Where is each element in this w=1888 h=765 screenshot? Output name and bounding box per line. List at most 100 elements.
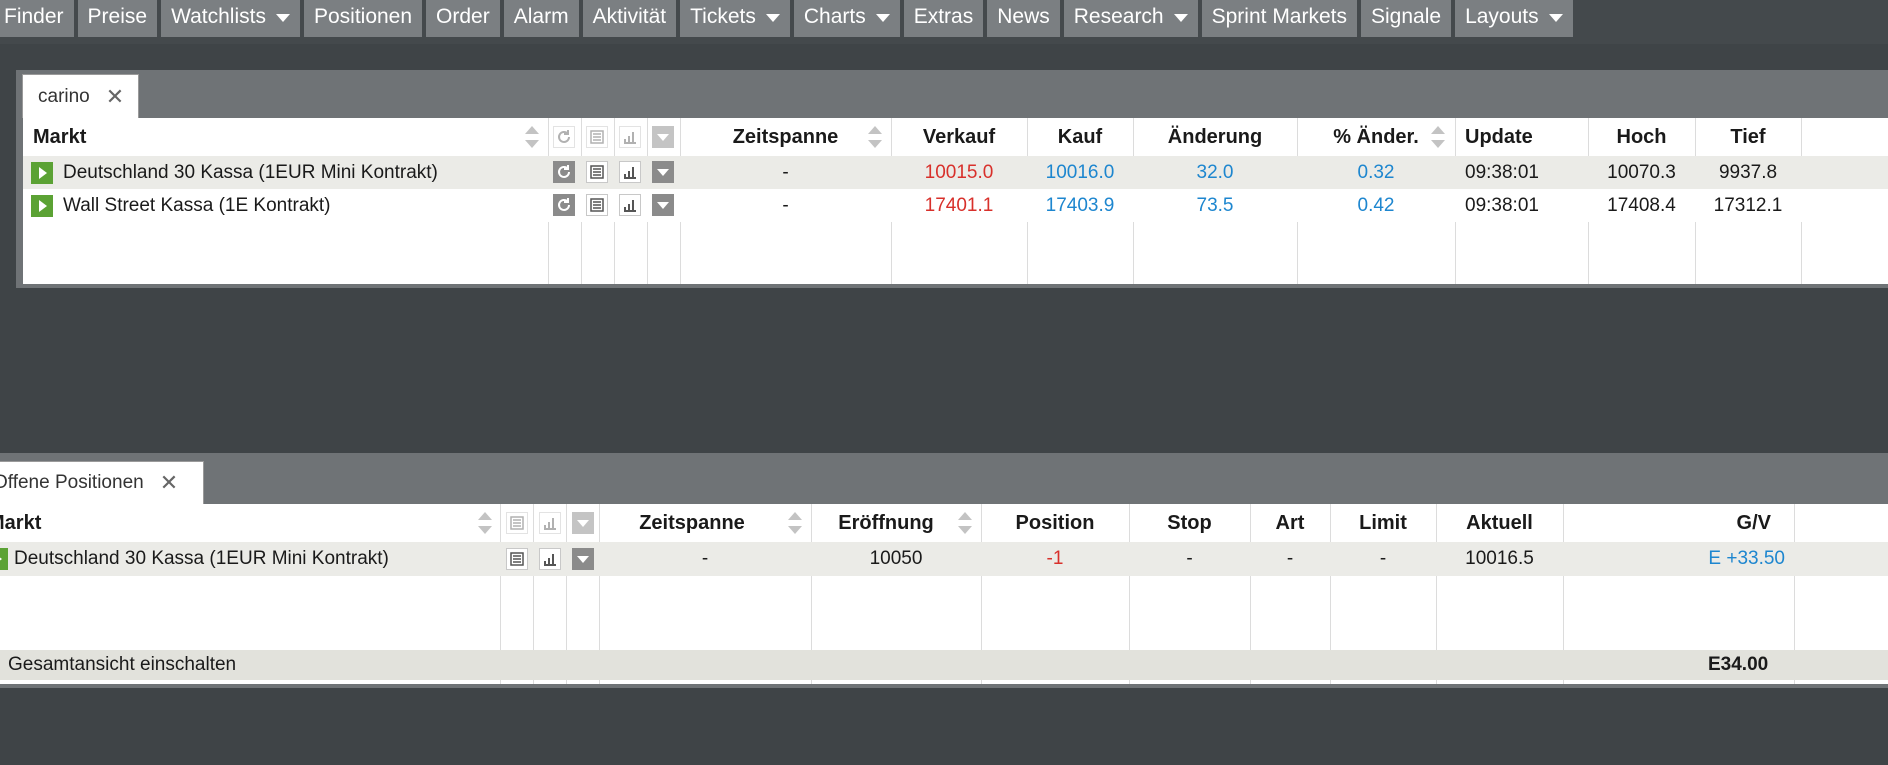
chevron-down-icon bbox=[275, 14, 290, 22]
col-update[interactable]: Update bbox=[1465, 118, 1585, 156]
row-markt[interactable]: Deutschland 30 Kassa (1EUR Mini Kontrakt… bbox=[63, 156, 438, 189]
col-verkauf[interactable]: Verkauf bbox=[891, 118, 1027, 156]
menu-item-research[interactable]: Research bbox=[1063, 0, 1198, 37]
menu-items: Finder Preise Watchlists Positionen Order Ala… bbox=[0, 0, 1888, 37]
col-kauf[interactable]: Kauf bbox=[1027, 118, 1133, 156]
col-aktuell[interactable]: Aktuell bbox=[1436, 504, 1563, 542]
dropdown-icon[interactable] bbox=[652, 194, 674, 216]
col-stop[interactable]: Stop bbox=[1129, 504, 1250, 542]
dropdown-icon[interactable] bbox=[652, 161, 674, 183]
col-tief[interactable]: Tief bbox=[1695, 118, 1801, 156]
row-tief: 17312.1 bbox=[1713, 194, 1783, 216]
sort-icon[interactable] bbox=[868, 126, 882, 148]
watchlist-panel: carino ✕ Markt Zeitspanne Verkauf Kauf Ä… bbox=[16, 70, 1888, 288]
positions-table: Markt Zeitspanne Eröffnung Position Stop… bbox=[0, 504, 1888, 684]
watchlist-table: Markt Zeitspanne Verkauf Kauf Änderung %… bbox=[23, 118, 1888, 284]
toggle-total-view-link[interactable]: Gesamtansicht einschalten bbox=[8, 650, 236, 680]
menu-item-sprint-markets[interactable]: Sprint Markets bbox=[1201, 0, 1357, 37]
sort-icon[interactable] bbox=[958, 512, 972, 534]
news-icon[interactable] bbox=[586, 161, 608, 183]
news-icon[interactable] bbox=[506, 548, 528, 570]
row-position: -1 bbox=[1046, 548, 1064, 569]
refresh-icon[interactable] bbox=[553, 194, 575, 216]
menu-item-finder[interactable]: Finder bbox=[0, 0, 74, 37]
row-zeitspanne: - bbox=[782, 161, 789, 183]
chart-icon bbox=[619, 126, 641, 148]
menu-item-watchlists[interactable]: Watchlists bbox=[161, 0, 300, 37]
menu-item-order[interactable]: Order bbox=[426, 0, 500, 37]
sort-icon[interactable] bbox=[525, 126, 539, 148]
row-eroeffnung: 10050 bbox=[869, 548, 923, 569]
col-zeitspanne[interactable]: Zeitspanne bbox=[599, 504, 785, 542]
row-stop[interactable]: - bbox=[1129, 542, 1250, 576]
menu-item-layouts[interactable]: Layouts bbox=[1455, 0, 1573, 37]
row-aenderung: 73.5 bbox=[1196, 194, 1234, 216]
menu-item-aktivität[interactable]: Aktivität bbox=[582, 0, 677, 37]
play-icon[interactable] bbox=[31, 162, 53, 184]
tab-positions[interactable]: Offene Positionen ✕ bbox=[0, 461, 204, 504]
chart-icon bbox=[539, 512, 561, 534]
sort-icon[interactable] bbox=[478, 512, 492, 534]
row-markt[interactable]: Deutschland 30 Kassa (1EUR Mini Kontrakt… bbox=[14, 542, 389, 576]
row-update: 09:38:01 bbox=[1465, 194, 1539, 216]
close-icon[interactable]: ✕ bbox=[160, 470, 178, 496]
col-hoch[interactable]: Hoch bbox=[1588, 118, 1695, 156]
positions-footer: Gesamtansicht einschalten E34.00 bbox=[0, 650, 1888, 680]
dropdown-icon bbox=[652, 126, 674, 148]
row-tief: 9937.8 bbox=[1718, 161, 1778, 183]
chevron-down-icon bbox=[765, 14, 780, 22]
dropdown-icon bbox=[572, 512, 594, 534]
table-row[interactable]: Deutschland 30 Kassa (1EUR Mini Kontrakt… bbox=[0, 542, 1888, 576]
menu-item-positionen[interactable]: Positionen bbox=[303, 0, 423, 37]
chevron-down-icon bbox=[1548, 14, 1563, 22]
menu-item-tickets[interactable]: Tickets bbox=[680, 0, 790, 37]
row-pct: 0.32 bbox=[1357, 161, 1395, 183]
menu-item-alarm[interactable]: Alarm bbox=[503, 0, 579, 37]
play-icon[interactable] bbox=[31, 195, 53, 217]
tab-positions-label: Offene Positionen bbox=[0, 472, 144, 493]
sort-icon[interactable] bbox=[788, 512, 802, 534]
row-update: 09:38:01 bbox=[1465, 161, 1539, 183]
play-icon[interactable] bbox=[0, 548, 8, 570]
close-icon[interactable]: ✕ bbox=[106, 84, 124, 110]
row-verkauf[interactable]: 10015.0 bbox=[891, 156, 1027, 189]
menu-item-signale[interactable]: Signale bbox=[1361, 0, 1452, 37]
row-pct: 0.42 bbox=[1357, 194, 1395, 216]
tab-watchlist[interactable]: carino ✕ bbox=[22, 74, 139, 118]
sort-icon[interactable] bbox=[1431, 126, 1445, 148]
menu-item-extras[interactable]: Extras bbox=[903, 0, 984, 37]
col-markt[interactable]: Markt bbox=[0, 504, 468, 542]
row-aktuell: 10016.5 bbox=[1465, 548, 1534, 569]
chart-icon[interactable] bbox=[539, 548, 561, 570]
col-aenderung[interactable]: Änderung bbox=[1133, 118, 1297, 156]
chart-icon[interactable] bbox=[619, 161, 641, 183]
table-row[interactable]: Wall Street Kassa (1E Kontrakt) - 17401.… bbox=[23, 189, 1888, 222]
row-verkauf[interactable]: 17401.1 bbox=[891, 189, 1027, 222]
chevron-down-icon bbox=[1173, 14, 1188, 22]
col-position[interactable]: Position bbox=[981, 504, 1129, 542]
col-markt[interactable]: Markt bbox=[33, 118, 533, 156]
row-limit[interactable]: - bbox=[1330, 542, 1436, 576]
row-markt[interactable]: Wall Street Kassa (1E Kontrakt) bbox=[63, 189, 331, 222]
col-eroeffnung[interactable]: Eröffnung bbox=[811, 504, 961, 542]
top-menu-bar: Finder Preise Watchlists Positionen Order Ala… bbox=[0, 0, 1888, 44]
chart-icon[interactable] bbox=[619, 194, 641, 216]
row-kauf[interactable]: 10016.0 bbox=[1027, 156, 1133, 189]
refresh-icon[interactable] bbox=[553, 161, 575, 183]
col-gv[interactable]: G/V bbox=[1563, 504, 1785, 542]
footer-total: E34.00 bbox=[1708, 654, 1769, 675]
positions-panel: Offene Positionen ✕ Markt Zeitspanne Erö… bbox=[0, 453, 1888, 688]
dropdown-icon[interactable] bbox=[572, 548, 594, 570]
news-icon[interactable] bbox=[586, 194, 608, 216]
row-zeitspanne: - bbox=[782, 194, 789, 216]
row-hoch: 10070.3 bbox=[1607, 161, 1676, 183]
table-row[interactable]: Deutschland 30 Kassa (1EUR Mini Kontrakt… bbox=[23, 156, 1888, 189]
watchlist-header-row: Markt Zeitspanne Verkauf Kauf Änderung %… bbox=[23, 118, 1888, 156]
menu-item-charts[interactable]: Charts bbox=[793, 0, 900, 37]
menu-item-preise[interactable]: Preise bbox=[77, 0, 158, 37]
col-zeitspanne[interactable]: Zeitspanne bbox=[680, 118, 891, 156]
col-limit[interactable]: Limit bbox=[1330, 504, 1436, 542]
col-art[interactable]: Art bbox=[1250, 504, 1330, 542]
row-kauf[interactable]: 17403.9 bbox=[1027, 189, 1133, 222]
menu-item-news[interactable]: News bbox=[987, 0, 1060, 37]
